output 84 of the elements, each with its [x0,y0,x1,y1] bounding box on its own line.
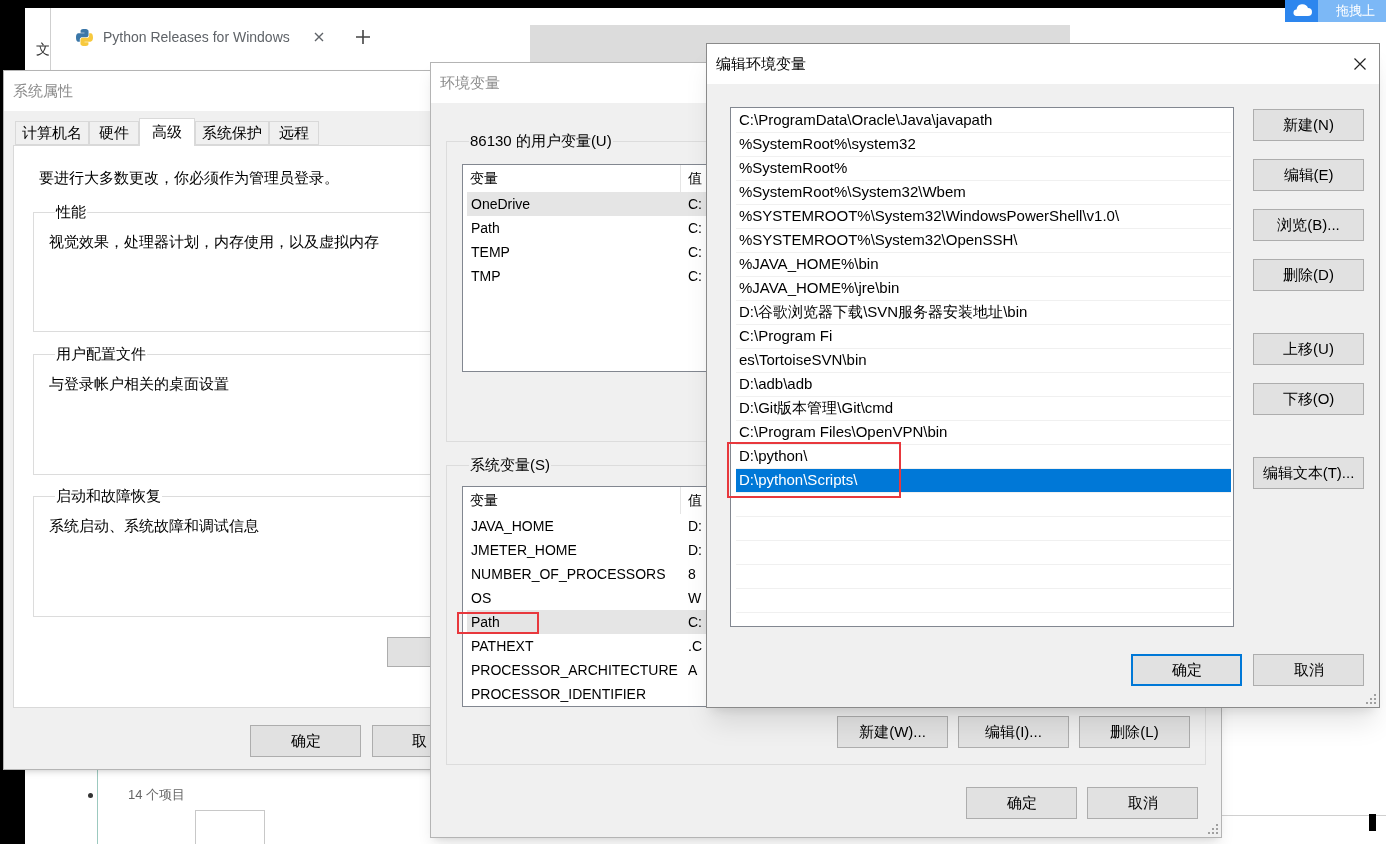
list-item[interactable]: %SystemRoot% [736,157,1231,181]
ok-button[interactable]: 确定 [250,725,361,757]
bullet-icon [88,793,93,798]
list-item[interactable]: %SystemRoot%\system32 [736,133,1231,157]
new-button[interactable]: 新建(W)... [837,716,948,748]
group-description: 与登录帐户相关的桌面设置 [49,374,229,394]
list-item[interactable]: D:\谷歌浏览器下载\SVN服务器安装地址\bin [736,301,1231,325]
tab[interactable]: 远程 [269,121,319,145]
delete-button[interactable]: 删除(D) [1253,259,1364,291]
ok-button[interactable]: 确定 [1131,654,1242,686]
list-item[interactable]: %SYSTEMROOT%\System32\OpenSSH\ [736,229,1231,253]
table-cell-text: NUMBER_OF_PROCESSORS [470,564,667,584]
list-item[interactable]: %SystemRoot%\System32\Wbem [736,181,1231,205]
list-item[interactable]: %JAVA_HOME%\jre\bin [736,277,1231,301]
window-title: 编辑环境变量 [716,54,806,74]
table-cell-text: PROCESSOR_IDENTIFIER [470,684,648,704]
table-cell-text: OS [470,588,493,608]
cancel-button[interactable]: 取消 [1087,787,1198,819]
list-item[interactable]: C:\Program Fi [736,325,1231,349]
list-item[interactable]: D:\python\Scripts\ [736,469,1231,493]
group-description: 系统启动、系统故障和调试信息 [49,516,259,536]
group-title: 启动和故障恢复 [55,486,162,506]
table-cell-text: C: [687,194,702,214]
table-cell-text: 8 [687,564,696,584]
close-icon[interactable] [1354,58,1366,70]
move-down-button[interactable]: 下移(O) [1253,383,1364,415]
table-cell-text: Path [470,612,501,632]
ok-button[interactable]: 确定 [966,787,1077,819]
table-cell-text: PROCESSOR_ARCHITECTURE [470,660,679,680]
list-item[interactable]: C:\Program Files\OpenVPN\bin [736,421,1231,445]
frame-outline [195,810,265,844]
column-header[interactable]: 值 [681,487,702,514]
list-item[interactable]: D:\Git版本管理\Git\cmd [736,397,1231,421]
tab[interactable]: 系统保护 [195,121,269,145]
table-cell-text: D: [687,516,702,536]
delete-button[interactable]: 删除(L) [1079,716,1190,748]
item-count: 14 个项目 [128,787,186,803]
group-title: 86130 的用户变量(U) [469,131,613,151]
cancel-button[interactable]: 取消 [1253,654,1364,686]
column-header[interactable]: 值 [681,165,702,192]
table-cell-text: TEMP [470,242,511,262]
table-cell-text: A [687,660,698,680]
logo-icon [76,28,93,46]
table-cell-text: JAVA_HOME [470,516,555,536]
list-item[interactable]: %JAVA_HOME%\bin [736,253,1231,277]
resize-grip-icon[interactable] [1366,694,1376,704]
new-tab-icon[interactable] [356,30,370,44]
table-cell-text: C: [687,612,702,632]
list-item[interactable]: D:\adb\adb [736,373,1231,397]
new-button[interactable]: 新建(N) [1253,109,1364,141]
group-title: 性能 [55,202,87,222]
edit-text-button[interactable]: 编辑文本(T)... [1253,457,1364,489]
table-cell-text: W [687,588,702,608]
table-cell-text: PATHEXT [470,636,535,656]
list-item[interactable]: es\TortoiseSVN\bin [736,349,1231,373]
notice-text: 要进行大多数更改，你必须作为管理员登录。 [39,168,339,188]
table-cell-text: JMETER_HOME [470,540,578,560]
list-item[interactable]: %SYSTEMROOT%\System32\WindowsPowerShell\v1.0\ [736,205,1231,229]
side-label: 文 [36,41,50,57]
tab[interactable]: 硬件 [89,121,139,145]
group-description: 视觉效果，处理器计划，内存使用，以及虚拟内存 [49,232,379,252]
list-item[interactable]: C:\ProgramData\Oracle\Java\javapath [736,109,1231,133]
tab[interactable]: 高级 [139,118,195,146]
window-title: 系统属性 [13,81,73,101]
group-title: 系统变量(S) [469,455,551,475]
edit-button[interactable]: 编辑(I)... [958,716,1069,748]
edit-button[interactable]: 编辑(E) [1253,159,1364,191]
resize-grip-icon[interactable] [1208,824,1218,834]
close-icon[interactable] [314,32,324,42]
table-cell-text: TMP [470,266,502,286]
marker-icon [1369,814,1376,831]
browse-button[interactable]: 浏览(B)... [1253,209,1364,241]
table-cell-text: D: [687,540,702,560]
table-cell-text: .C [687,636,702,656]
group-title: 用户配置文件 [55,344,147,364]
table-cell-text: C: [687,266,702,286]
move-up-button[interactable]: 上移(U) [1253,333,1364,365]
table-cell-text: C: [687,242,702,262]
column-header[interactable]: 变量 [463,487,681,514]
window-title: 环境变量 [440,73,500,93]
table-cell-text: OneDrive [470,194,532,214]
table-cell-text: C: [687,218,702,238]
tab[interactable]: 计算机名 [15,121,89,145]
table-cell-text: Path [470,218,501,238]
